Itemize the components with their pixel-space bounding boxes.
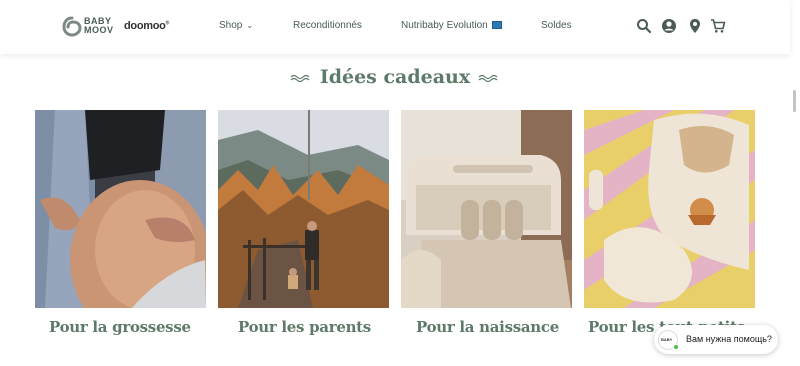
babymoov-logo-mark xyxy=(62,16,82,37)
nav-nutribaby-evolution[interactable]: Nutribaby Evolution xyxy=(401,20,502,31)
doomoo-logo[interactable]: doomoo® xyxy=(124,20,169,32)
nav-reconditionnes[interactable]: Reconditionnés xyxy=(293,20,362,31)
babymoov-logo[interactable]: BABY MOOV xyxy=(62,15,114,39)
nav-soldes[interactable]: Soldes xyxy=(541,20,572,31)
chevron-down-icon: ⌄ xyxy=(246,21,254,30)
card-parents-image[interactable] xyxy=(218,110,389,308)
online-status-icon xyxy=(673,344,679,350)
search-icon[interactable] xyxy=(636,18,652,34)
card-label-pregnancy[interactable]: Pour la grossesse xyxy=(49,318,239,336)
section-title: Idées cadeaux xyxy=(0,66,790,88)
card-birth-image[interactable] xyxy=(401,110,572,308)
nav-shop[interactable]: Shop ⌄ xyxy=(219,20,253,31)
card-label-parents[interactable]: Pour les parents xyxy=(238,318,428,336)
location-pin-icon[interactable] xyxy=(687,18,703,34)
wave-decoration-icon xyxy=(290,74,310,82)
wave-decoration-icon xyxy=(478,74,498,82)
card-label-birth[interactable]: Pour la naissance xyxy=(416,318,606,336)
card-toddlers-image[interactable] xyxy=(584,110,755,308)
scrollbar-thumb[interactable] xyxy=(793,90,796,112)
chat-widget[interactable]: BABY Вам нужна помощь? xyxy=(654,325,778,354)
badge-icon xyxy=(491,21,502,29)
account-icon[interactable] xyxy=(661,18,677,34)
logo-text: BABY MOOV xyxy=(84,16,114,35)
site-header: BABY MOOV doomoo® Shop ⌄ Reconditionnés N… xyxy=(0,0,790,54)
cart-icon[interactable] xyxy=(710,18,726,34)
chat-prompt-text: Вам нужна помощь? xyxy=(686,334,772,344)
card-pregnancy-image[interactable] xyxy=(35,110,206,308)
